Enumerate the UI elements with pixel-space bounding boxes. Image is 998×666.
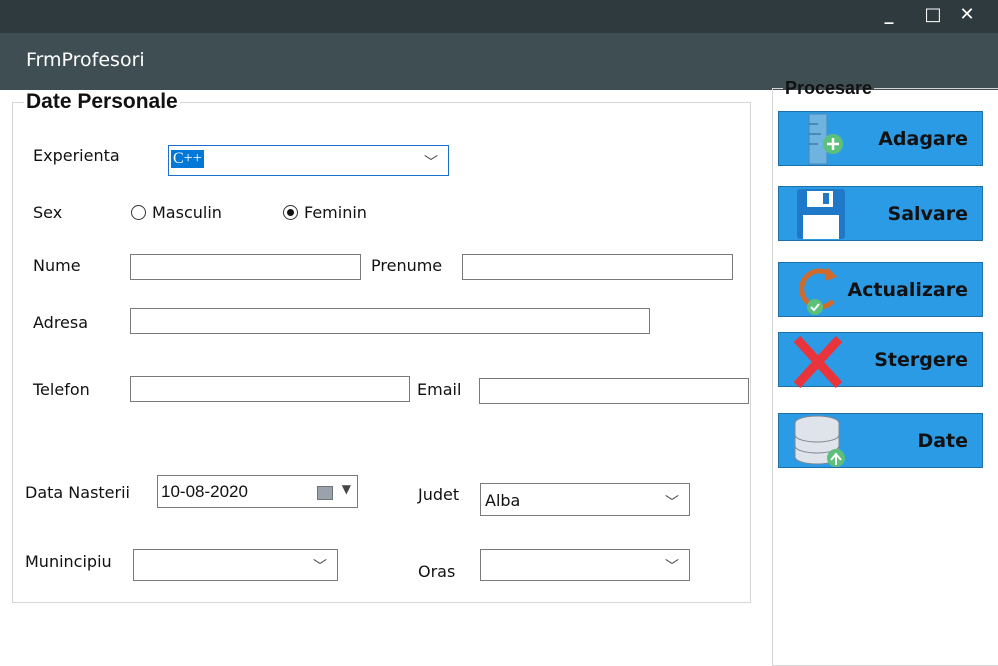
radio-masculin[interactable]: Masculin [131, 203, 251, 225]
nume-label: Nume [33, 256, 81, 275]
delete-x-icon [793, 335, 843, 388]
radio-masculin-label: Masculin [152, 203, 222, 222]
actualizare-label: Actualizare [847, 279, 968, 301]
procesare-legend: Procesare [785, 78, 873, 98]
prenume-input[interactable] [462, 254, 733, 280]
personal-data-legend: Date Personale [26, 90, 178, 113]
date-label: Date [917, 430, 968, 452]
close-button[interactable]: ✕ [956, 4, 978, 25]
oras-label: Oras [418, 562, 456, 581]
experienta-combobox[interactable]: C++ ﹀ [168, 145, 449, 176]
salvare-label: Salvare [887, 203, 968, 225]
maximize-button[interactable]: □ [922, 4, 944, 25]
chevron-down-icon: ﹀ [665, 559, 679, 575]
data-nasterii-value: 10-08-2020 [161, 482, 248, 501]
radio-feminin-label: Feminin [304, 203, 367, 222]
oras-combobox[interactable]: ﹀ [480, 549, 690, 581]
chevron-down-icon: ﹀ [665, 495, 679, 511]
calendar-icon [317, 486, 333, 500]
telefon-input[interactable] [130, 376, 410, 402]
adagare-label: Adagare [878, 128, 968, 150]
email-label: Email [417, 380, 462, 399]
salvare-button[interactable]: Salvare [778, 186, 983, 241]
radio-feminin[interactable]: Feminin [283, 203, 393, 225]
municipiu-label: Munincipiu [25, 552, 112, 571]
judet-label: Judet [418, 485, 460, 504]
add-ruler-icon [808, 113, 843, 165]
radio-circle-icon [131, 205, 146, 220]
dropdown-arrow-icon: ▼ [341, 482, 351, 496]
judet-combobox[interactable]: Alba ﹀ [480, 483, 690, 516]
adresa-label: Adresa [33, 313, 89, 332]
experienta-value: C++ [171, 150, 204, 168]
stergere-label: Stergere [874, 349, 968, 371]
municipiu-combobox[interactable]: ﹀ [133, 549, 338, 581]
email-input[interactable] [479, 378, 749, 404]
sex-label: Sex [33, 203, 63, 222]
data-nasterii-label: Data Nasterii [25, 483, 130, 502]
title-bar: _ □ ✕ [0, 0, 998, 33]
floppy-disk-icon [797, 189, 845, 239]
experienta-label: Experienta [33, 146, 120, 165]
chevron-down-icon: ﹀ [313, 559, 327, 575]
judet-value: Alba [485, 491, 521, 510]
date-button[interactable]: Date [778, 413, 983, 468]
chevron-down-icon: ﹀ [424, 155, 438, 171]
nume-input[interactable] [130, 254, 361, 280]
data-nasterii-datepicker[interactable]: 10-08-2020 ▼ [157, 475, 358, 508]
radio-checked-icon [283, 205, 298, 220]
stergere-button[interactable]: Stergere [778, 332, 983, 388]
prenume-label: Prenume [371, 256, 443, 275]
adagare-button[interactable]: Adagare [778, 111, 983, 166]
minimize-button[interactable]: _ [878, 4, 900, 25]
actualizare-button[interactable]: Actualizare [778, 262, 983, 317]
window-title: FrmProfesori [26, 49, 145, 71]
refresh-icon [799, 267, 837, 315]
telefon-label: Telefon [33, 380, 90, 399]
database-upload-icon [794, 415, 845, 467]
adresa-input[interactable] [130, 308, 650, 334]
